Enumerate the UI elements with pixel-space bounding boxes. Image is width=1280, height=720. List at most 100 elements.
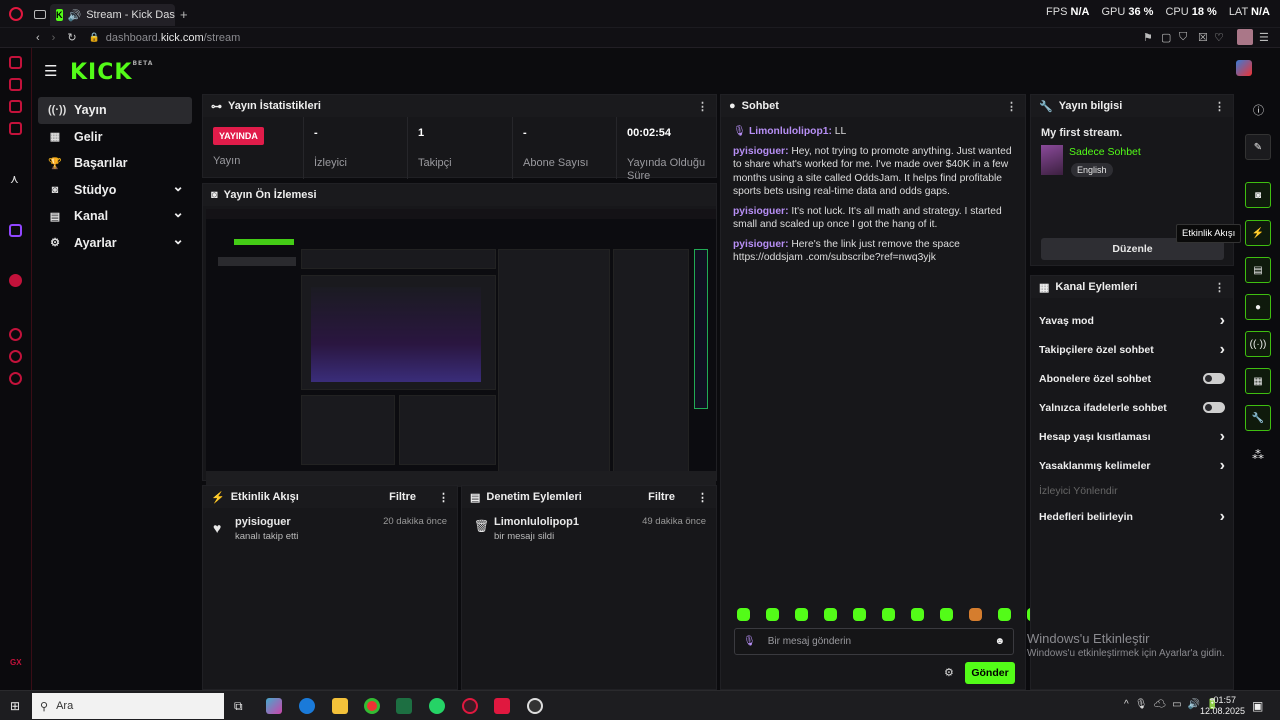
sidebar-record-icon[interactable]	[9, 274, 22, 287]
chevron-right-icon[interactable]: ›	[1220, 457, 1225, 475]
mic-icon[interactable]: 🎙	[743, 636, 756, 647]
sidebar-home-icon[interactable]	[9, 56, 22, 69]
start-icon[interactable]: ⊞	[10, 699, 20, 713]
forward-icon[interactable]: ›	[52, 32, 56, 44]
emote-icon[interactable]	[795, 608, 808, 621]
activity-toggle-button[interactable]: ⚡	[1245, 220, 1271, 246]
edit-pencil-button[interactable]: ✎	[1245, 134, 1271, 160]
channel-action-row[interactable]: Hesap yaşı kısıtlaması ›	[1031, 422, 1233, 451]
chevron-right-icon[interactable]: ›	[1220, 341, 1225, 359]
toggle-switch[interactable]	[1203, 402, 1225, 413]
chat-input[interactable]: 🎙 Bir mesaj gönderin ☻	[734, 628, 1014, 655]
channel-action-row[interactable]: Hedefleri belirleyin ›	[1031, 502, 1233, 531]
heart-icon[interactable]: ♡	[1214, 31, 1224, 44]
opera-gx-icon[interactable]	[462, 698, 478, 714]
kick-logo[interactable]: KICKBETA	[70, 60, 153, 85]
moderation-filter-button[interactable]: Filtre	[648, 491, 675, 503]
emote-icon[interactable]	[998, 608, 1011, 621]
chevron-right-icon[interactable]: ›	[1220, 312, 1225, 330]
channel-actions-toggle-button[interactable]: ▦	[1245, 368, 1271, 394]
emote-icon[interactable]	[737, 608, 750, 621]
channel-action-row[interactable]: Abonelere özel sohbet	[1031, 364, 1233, 393]
emote-icon[interactable]	[824, 608, 837, 621]
user-avatar[interactable]	[1236, 60, 1252, 76]
clock[interactable]: 01:57 12.08.2025	[1200, 695, 1245, 717]
sidebar-twitch2-icon[interactable]	[9, 224, 22, 237]
info-icon[interactable]: ⓘ	[1253, 102, 1264, 118]
task-view-icon[interactable]: ⧉	[234, 699, 243, 714]
stats-toggle-button[interactable]: ▤	[1245, 257, 1271, 283]
more-options-icon[interactable]: ⋮	[438, 491, 449, 504]
stream-preview-video[interactable]	[206, 209, 716, 487]
nav-item-2[interactable]: 🏆 Başarılar	[38, 150, 192, 177]
more-options-icon[interactable]: ⋮	[697, 100, 708, 113]
reload-icon[interactable]: ↻	[67, 31, 76, 44]
channel-action-row[interactable]: Yasaklanmış kelimeler ›	[1031, 451, 1233, 480]
profile-avatar[interactable]	[1237, 29, 1253, 45]
sidebar-aria-icon[interactable]: ⋏	[10, 172, 19, 186]
sidebar-twitch-icon[interactable]	[9, 100, 22, 113]
vpn-icon[interactable]: ☒	[1198, 31, 1208, 44]
edge-icon[interactable]	[299, 698, 315, 714]
shield-icon[interactable]: ⛉	[1179, 31, 1187, 44]
more-options-icon[interactable]: ⋮	[1214, 100, 1225, 113]
channel-action-row[interactable]: Yavaş mod ›	[1031, 306, 1233, 335]
app-icon[interactable]	[494, 698, 510, 714]
excel-icon[interactable]	[396, 698, 412, 714]
chrome-icon[interactable]	[364, 698, 380, 714]
new-tab-button[interactable]: +	[180, 7, 188, 22]
chevron-down-icon[interactable]: ⌄	[172, 231, 184, 248]
channel-action-row[interactable]: Takipçilere özel sohbet ›	[1031, 335, 1233, 364]
chat-settings-icon[interactable]: ⚙	[944, 666, 954, 679]
speaker-icon[interactable]: 🔊	[68, 9, 82, 22]
category-link[interactable]: Sadece Sohbet	[1069, 146, 1141, 158]
obs-icon[interactable]	[527, 698, 543, 714]
moderation-item[interactable]: 🗑 Limonlulolipop1 bir mesajı sildi 49 da…	[462, 508, 716, 548]
emote-icon[interactable]	[940, 608, 953, 621]
nav-item-1[interactable]: ▦ Gelir	[38, 124, 192, 151]
chat-message[interactable]: pyisioguer: Here's the link just remove …	[733, 238, 1013, 265]
emote-icon[interactable]	[766, 608, 779, 621]
sidebar-settings-icon[interactable]	[9, 372, 22, 385]
broadcast-toggle-button[interactable]: ((·))	[1245, 331, 1271, 357]
chevron-right-icon[interactable]: ›	[1220, 508, 1225, 526]
whatsapp-icon[interactable]	[429, 698, 445, 714]
sidebar-history-icon[interactable]	[9, 328, 22, 341]
nav-item-0[interactable]: ((·)) Yayın	[38, 97, 192, 124]
menu-icon[interactable]: ☰	[1259, 31, 1269, 44]
taskbar-search[interactable]: ⚲ Ara	[32, 693, 224, 719]
more-options-icon[interactable]: ⋮	[1006, 100, 1017, 113]
sidebar-shop-icon[interactable]	[9, 78, 22, 91]
chevron-right-icon[interactable]: ›	[1220, 428, 1225, 446]
toggle-switch[interactable]	[1203, 373, 1225, 384]
chevron-down-icon[interactable]: ⌄	[172, 204, 184, 221]
bookmark-icon[interactable]: ⚑	[1143, 31, 1153, 44]
workspaces-icon[interactable]	[34, 10, 46, 19]
chat-message[interactable]: pyisioguer: It's not luck. It's all math…	[733, 205, 1013, 232]
copilot-icon[interactable]	[266, 698, 282, 714]
emote-icon[interactable]	[911, 608, 924, 621]
nav-item-4[interactable]: ▤ Kanal ⌄	[38, 203, 192, 230]
browser-tab[interactable]: K 🔊 Stream - Kick Dashbo	[50, 4, 175, 26]
notification-icon[interactable]: ▣	[1252, 699, 1263, 713]
activity-item[interactable]: ♥ pyisioguer kanalı takip etti 20 dakika…	[203, 508, 457, 548]
chat-toggle-button[interactable]: ●	[1245, 294, 1271, 320]
snapshot-icon[interactable]: ▢	[1161, 31, 1171, 44]
explorer-icon[interactable]	[332, 698, 348, 714]
activity-filter-button[interactable]: Filtre	[389, 491, 416, 503]
nav-item-3[interactable]: ◙ Stüdyo ⌄	[38, 177, 192, 204]
back-icon[interactable]: ‹	[36, 32, 40, 44]
send-button[interactable]: Gönder	[965, 662, 1015, 684]
sidebar-gx-icon[interactable]: GX	[10, 658, 22, 667]
emote-icon[interactable]	[969, 608, 982, 621]
hamburger-menu-icon[interactable]: ☰	[44, 62, 57, 80]
sidebar-messenger-icon[interactable]	[9, 122, 22, 135]
emote-icon[interactable]	[882, 608, 895, 621]
channel-action-row[interactable]: Yalnızca ifadelerle sohbet	[1031, 393, 1233, 422]
more-options-icon[interactable]: ⋮	[1214, 281, 1225, 294]
emoji-icon[interactable]: ☻	[994, 636, 1005, 647]
nav-item-5[interactable]: ⚙ Ayarlar ⌄	[38, 230, 192, 257]
sidebar-extensions-icon[interactable]	[9, 350, 22, 363]
emote-icon[interactable]	[853, 608, 866, 621]
layout-icon[interactable]: ⁂	[1252, 448, 1264, 462]
